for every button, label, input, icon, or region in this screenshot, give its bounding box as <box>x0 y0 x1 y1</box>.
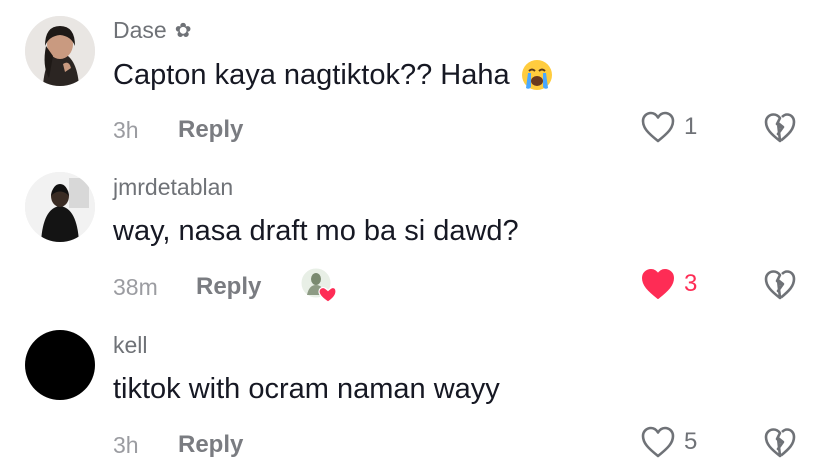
like-count: 5 <box>684 428 698 455</box>
creator-liked-avatar-icon <box>300 267 336 303</box>
loudly-crying-face-emoji <box>521 60 552 90</box>
timestamp: 3h <box>113 432 139 458</box>
comment-text-label: tiktok with ocram naman wayy <box>113 373 500 405</box>
comment-item: Dase ✿ Capton kaya nagtiktok?? Haha 3h R… <box>0 0 827 158</box>
like-count: 1 <box>684 113 698 140</box>
comment-text: tiktok with ocram naman wayy <box>113 373 500 406</box>
username-label: kell <box>113 332 148 358</box>
comment-text: Capton kaya nagtiktok?? Haha <box>113 58 554 92</box>
avatar[interactable] <box>25 330 95 400</box>
comment-item: jmrdetablan way, nasa draft mo ba si daw… <box>0 157 827 315</box>
flower-icon: ✿ <box>174 19 192 42</box>
like-button[interactable]: 1 <box>640 110 697 144</box>
username[interactable]: Dase ✿ <box>113 17 191 44</box>
comment-item: kell tiktok with ocram naman wayy 3h Rep… <box>0 315 827 473</box>
comment-text: way, nasa draft mo ba si dawd? <box>113 215 519 248</box>
reply-button[interactable]: Reply <box>178 116 243 144</box>
reply-button[interactable]: Reply <box>178 431 243 459</box>
like-button[interactable]: 3 <box>640 267 697 301</box>
avatar[interactable] <box>25 16 95 86</box>
like-button[interactable]: 5 <box>640 425 697 459</box>
heart-filled-icon <box>642 269 674 299</box>
broken-heart-icon[interactable] <box>763 268 797 302</box>
timestamp: 38m <box>113 274 158 300</box>
timestamp: 3h <box>113 117 139 143</box>
heart-outline-icon <box>641 426 675 458</box>
avatar[interactable] <box>25 172 95 242</box>
like-count: 3 <box>684 270 698 297</box>
username-label: jmrdetablan <box>113 174 234 200</box>
heart-outline-icon <box>641 111 675 143</box>
username-label: Dase <box>113 17 167 43</box>
comment-text-label: way, nasa draft mo ba si dawd? <box>113 215 519 247</box>
broken-heart-icon[interactable] <box>763 111 797 145</box>
username[interactable]: kell <box>113 332 148 359</box>
reply-button[interactable]: Reply <box>196 273 261 301</box>
broken-heart-icon[interactable] <box>763 426 797 460</box>
username[interactable]: jmrdetablan <box>113 174 233 201</box>
comment-text-label: Capton kaya nagtiktok?? Haha <box>113 58 510 91</box>
